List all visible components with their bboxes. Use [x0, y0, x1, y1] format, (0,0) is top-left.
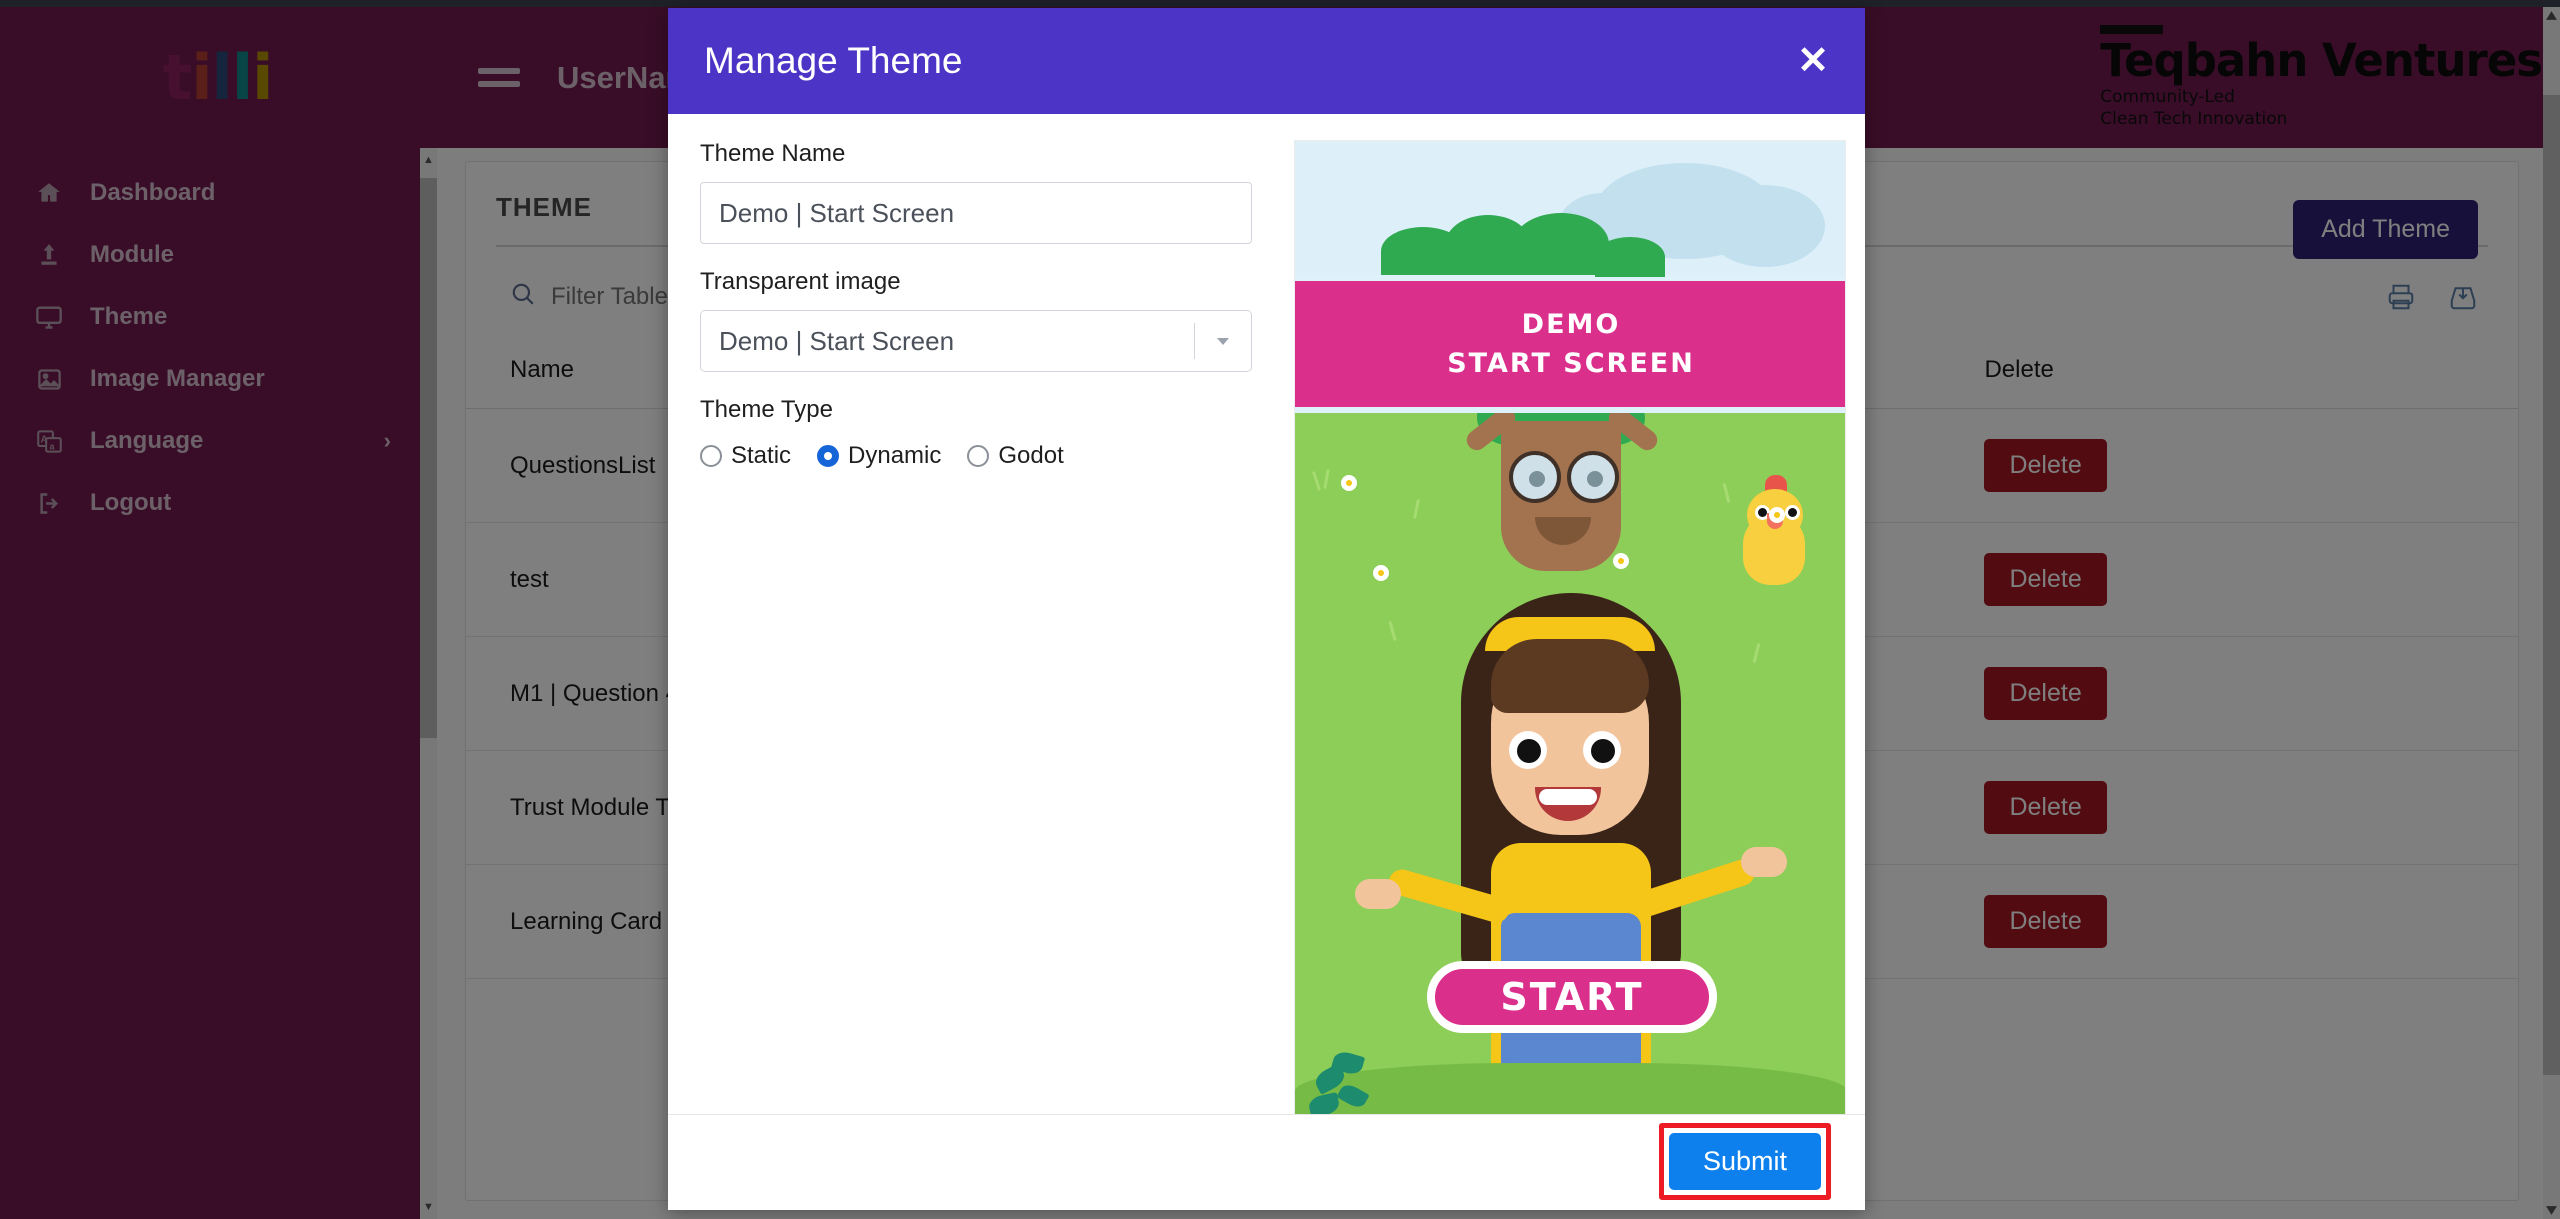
- theme-form: Theme Name Transparent image Demo | Star…: [700, 140, 1252, 1114]
- close-icon[interactable]: ✕: [1797, 42, 1829, 80]
- cloud-shape-3: [1705, 185, 1825, 267]
- chevron-down-icon[interactable]: [1195, 331, 1251, 351]
- tree-pupil-right: [1587, 471, 1603, 487]
- radio-label: Dynamic: [848, 442, 942, 469]
- preview-band-line2: START SCREEN: [1447, 348, 1695, 379]
- grass-blade: [1412, 498, 1421, 520]
- transparent-image-value: Demo | Start Screen: [719, 325, 955, 356]
- plant-shape: [1307, 1039, 1379, 1114]
- theme-type-label: Theme Type: [700, 396, 833, 423]
- grass-blade: [1752, 642, 1761, 664]
- modal-footer: Submit: [668, 1114, 1865, 1210]
- theme-type-option-static[interactable]: Static: [700, 442, 791, 470]
- theme-name-input[interactable]: [700, 182, 1252, 244]
- grass-blade: [1722, 482, 1731, 504]
- theme-type-option-godot[interactable]: Godot: [967, 442, 1064, 470]
- grass-blade: [1323, 468, 1330, 490]
- radio-icon[interactable]: [700, 445, 722, 467]
- bush-shape-4: [1595, 237, 1665, 277]
- grass-blade: [1388, 620, 1397, 642]
- flower-shape: [1769, 507, 1785, 523]
- flower-shape: [1613, 553, 1629, 569]
- grass-blade: [1311, 471, 1322, 491]
- theme-preview-column: DEMO START SCREEN START: [1294, 140, 1846, 1114]
- girl-pupil-right: [1591, 739, 1615, 763]
- app-root: tilli DashboardModuleThemeImage ManagerA…: [0, 0, 2560, 1219]
- preview-scene: START: [1295, 413, 1845, 1114]
- modal-header: Manage Theme ✕: [668, 8, 1865, 114]
- girl-hand-left: [1355, 879, 1401, 909]
- girl-hand-right: [1741, 847, 1787, 877]
- modal-title: Manage Theme: [704, 40, 963, 81]
- preview-start-button[interactable]: START: [1427, 961, 1717, 1033]
- theme-name-label: Theme Name: [700, 140, 846, 167]
- preview-band-line1: DEMO: [1521, 309, 1621, 340]
- radio-label: Godot: [998, 442, 1064, 469]
- radio-icon[interactable]: [817, 445, 840, 467]
- chick-eye-right: [1785, 505, 1800, 520]
- transparent-image-select[interactable]: Demo | Start Screen: [700, 310, 1252, 372]
- theme-type-radio-group: Static Dynamic Godot: [700, 442, 1252, 470]
- modal-body: Theme Name Transparent image Demo | Star…: [668, 114, 1865, 1114]
- theme-type-option-dynamic[interactable]: Dynamic: [817, 442, 941, 470]
- tree-pupil-left: [1529, 471, 1545, 487]
- radio-icon[interactable]: [967, 445, 990, 467]
- theme-preview-image: DEMO START SCREEN START: [1294, 140, 1846, 1114]
- flower-shape: [1373, 565, 1389, 581]
- girl-fringe: [1491, 639, 1649, 713]
- flower-shape: [1341, 475, 1357, 491]
- manage-theme-modal: Manage Theme ✕ Theme Name Transparent im…: [668, 8, 1865, 1210]
- girl-pupil-left: [1517, 739, 1541, 763]
- submit-highlight-ring: Submit: [1658, 1123, 1831, 1200]
- radio-label: Static: [731, 442, 792, 469]
- submit-button[interactable]: Submit: [1668, 1133, 1821, 1190]
- preview-title-band: DEMO START SCREEN: [1295, 281, 1845, 407]
- transparent-image-label: Transparent image: [700, 268, 901, 295]
